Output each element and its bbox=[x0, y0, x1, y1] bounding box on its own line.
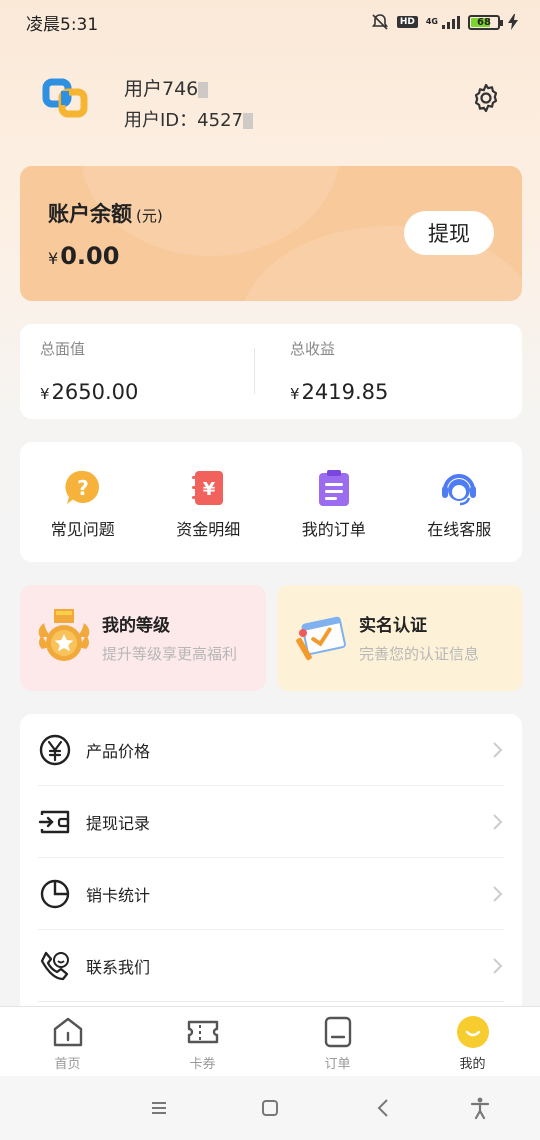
menu-withdraw-record[interactable]: 提现记录 bbox=[38, 786, 504, 858]
home-icon bbox=[53, 1017, 82, 1047]
menu-card-stats[interactable]: 销卡统计 bbox=[38, 858, 504, 930]
system-nav-bar bbox=[0, 1076, 540, 1140]
charging-icon bbox=[508, 14, 518, 30]
totals-divider bbox=[254, 348, 255, 394]
home-square-icon[interactable] bbox=[258, 1096, 282, 1120]
bottom-tab-bar: 首页 卡券 订单 我的 bbox=[0, 1006, 540, 1076]
chevron-right-icon bbox=[493, 813, 503, 830]
balance-title: 账户余额 (元) bbox=[48, 202, 163, 226]
status-time: 凌晨5:31 bbox=[26, 14, 99, 35]
profile-section: 用户746 用户ID：4527 bbox=[0, 60, 540, 150]
my-level-card[interactable]: 我的等级 提升等级享更高福利 bbox=[20, 585, 266, 691]
chevron-right-icon bbox=[493, 885, 503, 902]
menu-product-price[interactable]: 产品价格 bbox=[38, 714, 504, 786]
hd-badge: HD bbox=[396, 16, 418, 28]
quick-customer-service[interactable]: 在线客服 bbox=[397, 442, 523, 562]
accessibility-icon[interactable] bbox=[468, 1096, 492, 1120]
status-bar: 凌晨5:31 HD 4G 68 bbox=[0, 0, 540, 44]
username: 用户746 bbox=[124, 74, 209, 101]
balance-amount: ¥0.00 bbox=[48, 242, 120, 270]
order-tab-icon bbox=[324, 1016, 351, 1048]
quick-money-detail[interactable]: ¥ 资金明细 bbox=[146, 442, 272, 562]
phone-contact-icon bbox=[40, 951, 69, 980]
balance-card: 账户余额 (元) ¥0.00 提现 bbox=[20, 166, 522, 301]
battery-level: 68 bbox=[477, 16, 491, 28]
certificate-icon bbox=[296, 616, 346, 661]
user-id: 用户ID：4527 bbox=[124, 106, 253, 132]
signal-icon bbox=[442, 15, 460, 29]
tab-home[interactable]: 首页 bbox=[0, 1007, 135, 1076]
menu-contact-us[interactable]: 联系我们 bbox=[38, 930, 504, 1002]
tab-orders[interactable]: 订单 bbox=[270, 1007, 405, 1076]
mute-bell-icon bbox=[371, 14, 388, 30]
settings-gear-icon[interactable] bbox=[470, 82, 502, 114]
chevron-right-icon bbox=[493, 741, 503, 758]
chevron-right-icon bbox=[493, 957, 503, 974]
yen-circle-icon bbox=[39, 734, 71, 765]
mine-smile-icon bbox=[456, 1016, 489, 1048]
order-icon bbox=[318, 470, 349, 506]
totals-card: 总面值 ¥2650.00 总收益 ¥2419.85 bbox=[20, 324, 522, 419]
ticket-icon bbox=[187, 1020, 218, 1044]
money-detail-icon: ¥ bbox=[192, 471, 224, 505]
back-arrow-icon[interactable] bbox=[372, 1096, 396, 1120]
menu-lines-icon[interactable] bbox=[147, 1096, 171, 1120]
question-icon: ? bbox=[65, 470, 99, 504]
withdraw-button[interactable]: 提现 bbox=[404, 211, 494, 255]
svg-text:¥: ¥ bbox=[203, 479, 216, 500]
quick-my-orders[interactable]: 我的订单 bbox=[271, 442, 397, 562]
quick-actions: ? 常见问题 ¥ 资金明细 我的订单 在线客服 bbox=[20, 442, 522, 562]
real-name-verify-card[interactable]: 实名认证 完善您的认证信息 bbox=[277, 585, 523, 691]
withdraw-record-icon bbox=[38, 810, 70, 833]
medal-icon bbox=[38, 609, 90, 661]
quick-faq[interactable]: ? 常见问题 bbox=[20, 442, 146, 562]
network-label: 4G bbox=[425, 17, 438, 26]
menu-list: 产品价格 提现记录 销卡统计 联系我们 bbox=[20, 714, 522, 1014]
customer-service-icon bbox=[442, 474, 477, 506]
svg-text:?: ? bbox=[77, 476, 89, 500]
status-icons: HD 4G 68 bbox=[371, 13, 518, 31]
battery-icon: 68 bbox=[468, 14, 503, 30]
tab-mine[interactable]: 我的 bbox=[405, 1007, 540, 1076]
app-logo-icon bbox=[42, 78, 88, 118]
pie-chart-icon bbox=[40, 879, 70, 908]
tab-coupons[interactable]: 卡券 bbox=[135, 1007, 270, 1076]
avatar[interactable] bbox=[30, 62, 102, 134]
